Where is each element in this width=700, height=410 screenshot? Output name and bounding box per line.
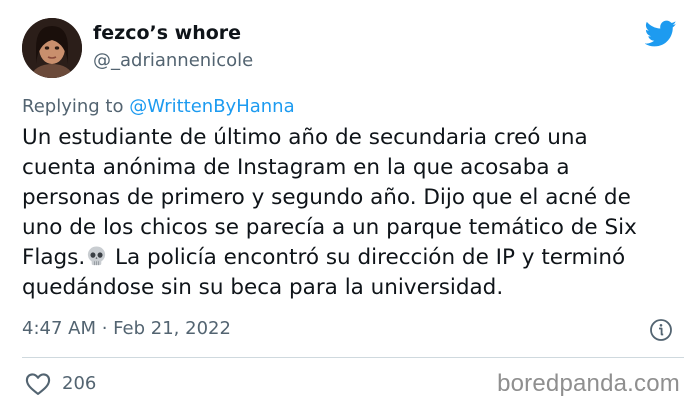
- reply-prefix: Replying to: [22, 96, 124, 117]
- reply-mention-link[interactable]: @WrittenByHanna: [129, 96, 294, 117]
- divider: [22, 357, 684, 358]
- skull-emoji-icon: [88, 246, 106, 266]
- user-avatar-icon: [22, 18, 82, 78]
- avatar[interactable]: [22, 18, 82, 78]
- tweet-time: 4:47 AM: [22, 318, 96, 339]
- info-icon[interactable]: [649, 318, 673, 342]
- reply-context: Replying to @WrittenByHanna: [22, 96, 295, 117]
- meta-separator: ·: [96, 318, 114, 339]
- twitter-bird-icon[interactable]: [645, 20, 677, 48]
- tweet-date: Feb 21, 2022: [113, 318, 231, 339]
- author-handle[interactable]: @_adriannenicole: [93, 50, 253, 71]
- tweet-text: Un estudiante de último año de secundari…: [22, 123, 684, 303]
- tweet-timestamp[interactable]: 4:47 AM · Feb 21, 2022: [22, 318, 231, 339]
- like-count: 206: [62, 373, 97, 394]
- watermark: boredpanda.com: [497, 370, 680, 397]
- heart-icon[interactable]: [24, 370, 52, 398]
- tweet-text-part2: La policía encontró su dirección de IP y…: [22, 245, 626, 300]
- author-display-name[interactable]: fezco’s whore: [93, 22, 241, 44]
